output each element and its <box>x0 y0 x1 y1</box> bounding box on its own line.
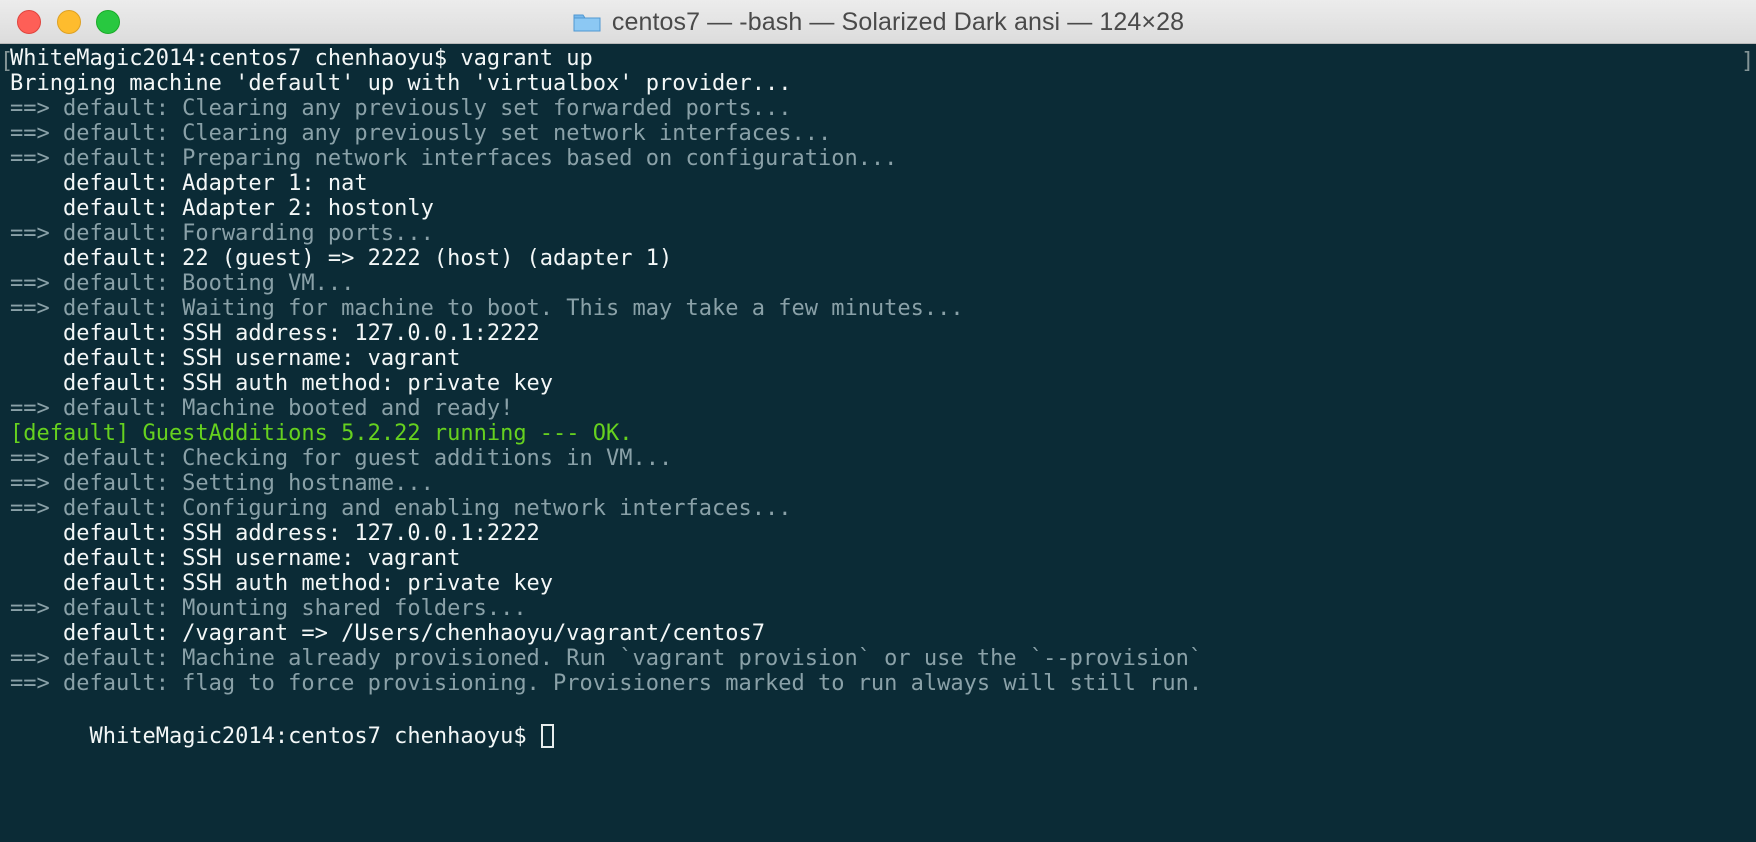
terminal-line: ==> default: Checking for guest addition… <box>10 446 673 471</box>
terminal-line: ==> default: Forwarding ports... <box>10 221 434 246</box>
terminal-prompt: WhiteMagic2014:centos7 chenhaoyu$ <box>89 724 540 749</box>
terminal-line: default: SSH address: 127.0.0.1:2222 <box>10 521 540 546</box>
terminal-line: ==> default: Clearing any previously set… <box>10 96 792 121</box>
terminal-line: ==> default: Mounting shared folders... <box>10 596 527 621</box>
terminal-line: default: /vagrant => /Users/chenhaoyu/va… <box>10 621 765 646</box>
terminal-line: ==> default: Waiting for machine to boot… <box>10 296 964 321</box>
terminal-line: ==> default: Setting hostname... <box>10 471 434 496</box>
terminal-line: ==> default: Preparing network interface… <box>10 146 898 171</box>
window-title-group: centos7 — -bash — Solarized Dark ansi — … <box>0 0 1756 44</box>
terminal-line: default: SSH username: vagrant <box>10 546 461 571</box>
terminal-line: default: SSH auth method: private key <box>10 571 554 596</box>
window-titlebar[interactable]: centos7 — -bash — Solarized Dark ansi — … <box>0 0 1756 44</box>
terminal-line: default: SSH username: vagrant <box>10 346 461 371</box>
terminal-line: ==> default: Clearing any previously set… <box>10 121 832 146</box>
window-title: centos7 — -bash — Solarized Dark ansi — … <box>611 7 1185 36</box>
terminal-line: Bringing machine 'default' up with 'virt… <box>10 71 792 96</box>
terminal-line: default: SSH auth method: private key <box>10 371 554 396</box>
terminal-output[interactable]: [ ] WhiteMagic2014:centos7 chenhaoyu$ va… <box>0 45 1756 842</box>
folder-icon <box>573 14 601 32</box>
terminal-window: centos7 — -bash — Solarized Dark ansi — … <box>0 0 1756 842</box>
terminal-line: default: 22 (guest) => 2222 (host) (adap… <box>10 246 673 271</box>
terminal-line: ==> default: flag to force provisioning.… <box>10 671 1203 696</box>
terminal-line: default: SSH address: 127.0.0.1:2222 <box>10 321 540 346</box>
terminal-cursor-icon <box>540 724 554 748</box>
terminal-line-command: WhiteMagic2014:centos7 chenhaoyu$ vagran… <box>10 46 593 71</box>
terminal-line-success: [default] GuestAdditions 5.2.22 running … <box>10 421 633 446</box>
terminal-line: default: Adapter 2: hostonly <box>10 196 434 221</box>
terminal-line: ==> default: Machine booted and ready! <box>10 396 514 421</box>
terminal-line: default: Adapter 1: nat <box>10 171 368 196</box>
terminal-prompt-line[interactable]: WhiteMagic2014:centos7 chenhaoyu$ <box>10 695 554 749</box>
terminal-line: ==> default: Configuring and enabling ne… <box>10 496 792 521</box>
terminal-line: ==> default: Machine already provisioned… <box>10 646 1203 671</box>
terminal-right-bracket: ] <box>1741 49 1755 74</box>
terminal-line: ==> default: Booting VM... <box>10 271 355 296</box>
